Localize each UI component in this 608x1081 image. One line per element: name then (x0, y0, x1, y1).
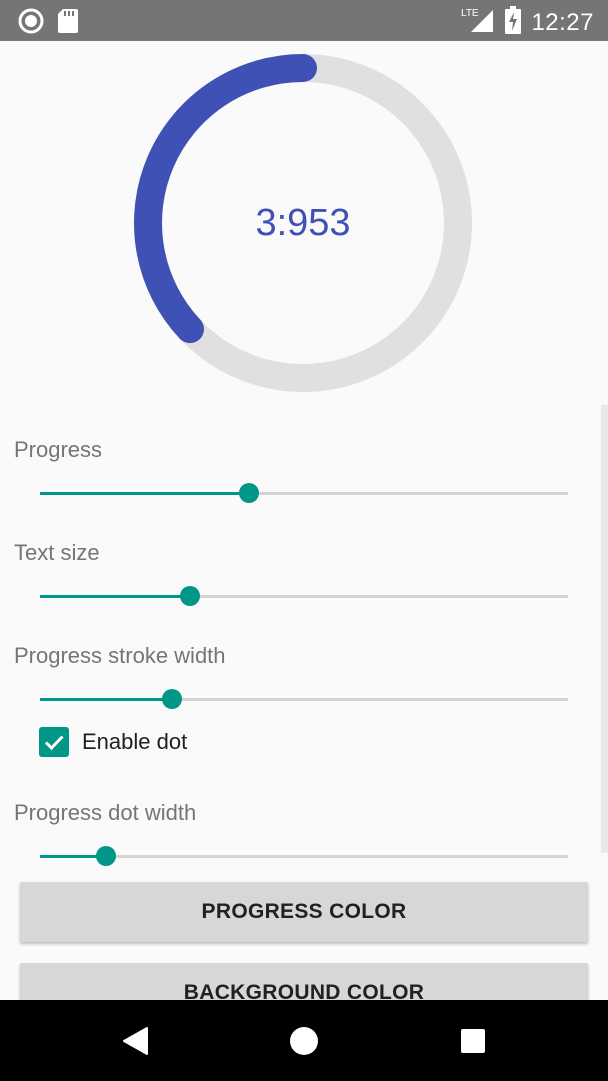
stroke-width-label: Progress stroke width (14, 643, 226, 668)
navigation-bar (0, 1000, 608, 1081)
signal-icon: LTE (461, 6, 495, 39)
dot-width-seekbar[interactable] (40, 846, 568, 866)
seekbar-thumb[interactable] (96, 846, 116, 866)
circle-notification-icon (18, 8, 44, 39)
progress-seekbar[interactable] (40, 483, 568, 503)
dot-width-label: Progress dot width (14, 800, 197, 825)
stroke-width-seekbar[interactable] (40, 689, 568, 709)
progress-color-button[interactable]: PROGRESS COLOR (20, 882, 588, 942)
seekbar-track (40, 855, 568, 858)
enable-dot-checkbox[interactable] (39, 727, 69, 757)
status-left-icons (18, 8, 78, 39)
seekbar-thumb[interactable] (162, 689, 182, 709)
progress-value-text: 3:953 (255, 201, 351, 244)
scrollbar[interactable] (601, 405, 608, 853)
seekbar-thumb[interactable] (238, 483, 259, 503)
seekbar-fill (40, 698, 172, 701)
text-size-seekbar[interactable] (40, 586, 568, 606)
status-bar: LTE 12:27 (0, 0, 608, 41)
recents-icon[interactable] (453, 1021, 493, 1061)
checkmark-icon (44, 735, 64, 751)
battery-charging-icon (505, 6, 522, 39)
network-type-label: LTE (461, 8, 479, 19)
progress-label: Progress (14, 437, 103, 462)
back-icon[interactable] (115, 1021, 155, 1061)
enable-dot-checkbox-row[interactable]: Enable dot (39, 727, 187, 757)
home-icon[interactable] (284, 1021, 324, 1061)
enable-dot-label: Enable dot (82, 729, 188, 754)
circular-progress: 3:953 (133, 53, 473, 393)
seekbar-thumb[interactable] (180, 586, 201, 606)
sd-card-icon (58, 9, 78, 38)
status-right-icons: LTE 12:27 (461, 6, 594, 39)
status-time: 12:27 (531, 8, 594, 36)
text-size-label: Text size (14, 540, 100, 565)
seekbar-fill (40, 492, 249, 495)
seekbar-fill (40, 595, 191, 598)
